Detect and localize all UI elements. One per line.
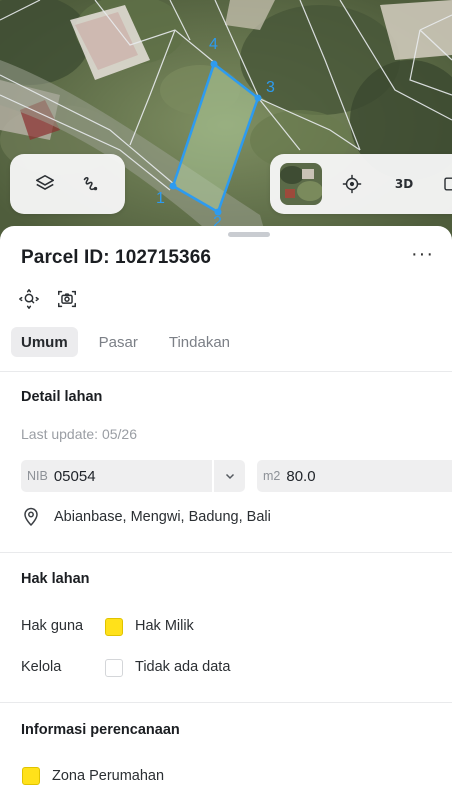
divider <box>0 552 452 553</box>
fullscreen-icon <box>444 177 452 191</box>
map-tools-right: 3D <box>270 154 452 214</box>
fullscreen-button[interactable] <box>432 166 452 202</box>
locate-button[interactable] <box>334 166 370 202</box>
vertex-label-1: 1 <box>156 190 165 207</box>
locate-icon <box>342 174 362 194</box>
sheet-drag-handle[interactable] <box>228 232 270 237</box>
3d-toggle-button[interactable]: 3D <box>386 166 422 202</box>
hak-lahan-heading: Hak lahan <box>21 571 90 587</box>
parcel-actions <box>18 288 78 310</box>
nib-prefix: NIB <box>27 469 48 483</box>
nib-dropdown-button[interactable] <box>213 460 245 492</box>
nib-field[interactable]: NIB 05054 <box>21 460 212 492</box>
chevron-down-icon <box>225 473 234 480</box>
layers-icon <box>35 174 54 190</box>
tab-pasar[interactable]: Pasar <box>89 327 148 357</box>
parcel-title: Parcel ID: 102715366 <box>21 247 212 268</box>
draw-button[interactable] <box>72 166 108 202</box>
planning-heading: Informasi perencanaan <box>21 722 180 738</box>
zone-swatch <box>22 767 40 785</box>
draw-tool-icon <box>83 176 98 191</box>
nib-value: 05054 <box>53 467 96 485</box>
tab-umum[interactable]: Umum <box>11 327 78 357</box>
zoom-to-parcel-button[interactable] <box>18 288 40 310</box>
vertex-label-3: 3 <box>266 79 275 96</box>
screenshot-button[interactable] <box>56 288 78 310</box>
area-value: 80.0 <box>286 467 316 485</box>
divider <box>0 702 452 703</box>
hak-guna-value: Hak Milik <box>135 618 194 634</box>
kelola-label: Kelola <box>21 659 62 675</box>
address-row: Abianbase, Mengwi, Badung, Bali <box>22 507 271 527</box>
layers-button[interactable] <box>27 166 63 202</box>
hak-guna-swatch <box>105 618 123 636</box>
address-text: Abianbase, Mengwi, Badung, Bali <box>54 509 271 525</box>
more-options-button[interactable]: ··· <box>405 243 440 274</box>
basemap-toggle[interactable] <box>280 163 322 205</box>
last-update-text: Last update: 05/26 <box>21 426 137 442</box>
vertex-label-4: 4 <box>209 36 218 53</box>
sheet-header: Parcel ID: 102715366 ··· <box>21 243 440 270</box>
map-view[interactable]: 4 3 1 2 3D <box>0 0 452 250</box>
sheet-tabs: Umum Pasar Tindakan <box>11 327 251 357</box>
zoom-to-parcel-icon <box>19 289 39 309</box>
location-pin-icon <box>24 507 38 527</box>
parcel-bottom-sheet: Parcel ID: 102715366 ··· Umum Pasar Tind… <box>0 226 452 804</box>
camera-icon <box>58 290 76 308</box>
detail-lahan-heading: Detail lahan <box>21 389 103 405</box>
satellite-thumbnail <box>280 163 322 205</box>
zone-label: Zona Perumahan <box>52 768 165 784</box>
hak-guna-label: Hak guna <box>21 618 84 634</box>
kelola-value: Tidak ada data <box>135 659 231 675</box>
map-tools-left <box>10 154 125 214</box>
area-field[interactable]: m2 80.0 <box>257 460 452 492</box>
tab-tindakan[interactable]: Tindakan <box>159 327 240 357</box>
divider <box>0 371 452 372</box>
area-prefix: m2 <box>263 469 281 483</box>
kelola-swatch <box>105 659 123 677</box>
